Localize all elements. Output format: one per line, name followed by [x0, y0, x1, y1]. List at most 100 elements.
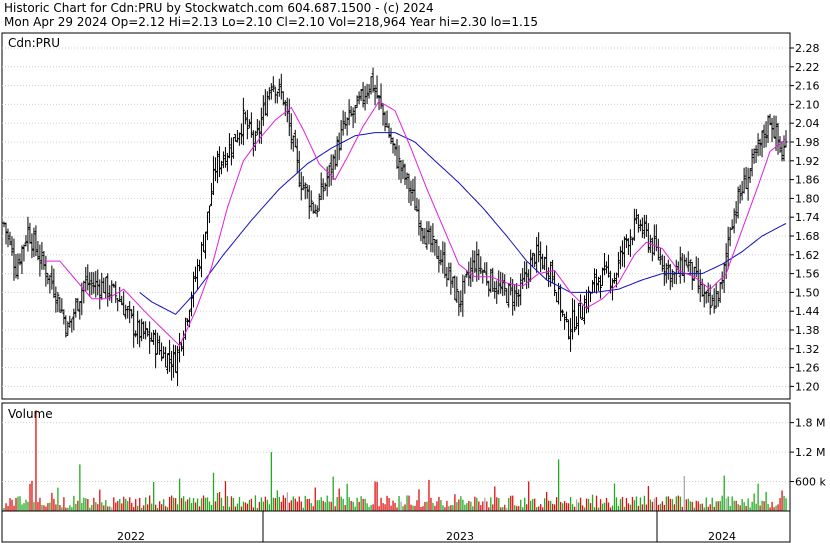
volume-bar: [444, 507, 446, 511]
volume-bar: [85, 498, 87, 511]
volume-bar: [348, 497, 350, 511]
volume-bar: [147, 504, 149, 511]
volume-bar: [21, 504, 23, 511]
volume-bar: [538, 506, 540, 511]
volume-bar: [69, 505, 71, 511]
volume-bar: [649, 499, 652, 511]
volume-bar: [214, 501, 217, 511]
volume-bar: [254, 495, 257, 511]
year-label: 2022: [117, 530, 145, 543]
price-tick-label: 1.26: [795, 362, 820, 375]
volume-bar: [330, 501, 332, 511]
volume-bar: [777, 504, 779, 511]
volume-bar: [384, 504, 386, 511]
volume-bar: [460, 496, 462, 511]
volume-bar: [448, 506, 450, 511]
volume-bar: [190, 503, 193, 511]
volume-bar: [733, 500, 735, 511]
volume-bar: [422, 506, 424, 511]
volume-bar: [133, 507, 135, 511]
volume-bar: [544, 498, 546, 511]
volume-bar: [172, 497, 175, 511]
volume-bar: [418, 489, 420, 511]
volume-bar: [657, 504, 660, 511]
volume-bar: [87, 499, 89, 511]
volume-bar: [304, 495, 306, 511]
volume-bar: [220, 497, 223, 511]
volume-bar: [763, 501, 765, 511]
volume-bar: [260, 497, 263, 511]
volume-bar: [196, 498, 199, 511]
volume-bar: [182, 496, 185, 511]
volume-bar: [101, 502, 103, 511]
volume-bar: [613, 483, 616, 511]
volume-bar: [751, 501, 753, 511]
volume-bar: [77, 500, 79, 511]
volume-bar: [292, 496, 294, 511]
volume-bar: [771, 501, 773, 511]
volume-bar: [723, 475, 725, 511]
volume-bar: [234, 506, 237, 511]
volume-bar: [63, 497, 65, 511]
volume-bar: [272, 497, 275, 511]
volume-bar: [166, 507, 169, 511]
volume-bar: [585, 498, 588, 511]
volume-bar: [504, 504, 506, 511]
volume-bar: [145, 497, 147, 511]
volume-bar: [17, 496, 19, 511]
volume-bar: [775, 505, 777, 511]
volume-bar: [625, 497, 628, 511]
volume-bar: [230, 496, 233, 511]
volume-bar: [326, 495, 328, 511]
volume-bar: [709, 504, 711, 511]
volume-bar: [512, 495, 514, 511]
volume-bar: [530, 500, 532, 511]
volume-bar: [456, 502, 458, 511]
volume-bar: [264, 496, 267, 511]
volume-bar: [601, 503, 604, 511]
volume-bar: [274, 498, 277, 511]
volume-bar: [711, 497, 713, 511]
volume-bar: [705, 497, 707, 511]
volume-bar: [450, 505, 452, 511]
price-tick-label: 1.20: [795, 380, 820, 393]
price-tick-label: 1.50: [795, 286, 820, 299]
volume-bar: [184, 501, 187, 511]
volume-bar: [43, 505, 45, 511]
volume-bar: [553, 504, 556, 511]
volume-bar: [320, 497, 322, 511]
price-panel-label: Cdn:PRU: [8, 36, 60, 50]
volume-bar: [470, 501, 472, 511]
volume-bar: [228, 506, 231, 511]
volume-bar: [573, 506, 576, 511]
volume-bar: [342, 498, 344, 511]
volume-bar: [226, 496, 229, 511]
volume-bar: [773, 507, 775, 511]
volume-bar: [282, 495, 284, 511]
volume-bar: [579, 497, 582, 511]
volume-bar: [739, 505, 741, 511]
volume-bar: [368, 507, 370, 511]
price-axis: 2.28 2.22 2.16 2.10 2.04 1.98 1.92 1.86 1.80 1.74…: [790, 42, 820, 393]
volume-bar: [551, 503, 554, 511]
volume-tick-label: 1.8 M: [795, 417, 825, 430]
price-panel-frame: [1, 32, 791, 400]
volume-bar: [137, 505, 139, 511]
volume-bar: [667, 496, 670, 511]
volume-bar: [605, 497, 608, 511]
volume-bar: [496, 497, 498, 511]
volume-bar: [149, 495, 151, 511]
volume-bar: [480, 505, 482, 511]
price-tick-label: 1.74: [795, 211, 820, 224]
volume-bar: [159, 501, 161, 511]
volume-bar: [679, 496, 681, 511]
volume-panel-label: Volume: [8, 407, 53, 421]
volume-bar: [685, 499, 687, 511]
volume-bar: [629, 504, 632, 511]
volume-bar: [623, 506, 626, 511]
volume-bar: [45, 506, 47, 511]
volume-bar: [627, 503, 630, 511]
price-tick-label: 1.38: [795, 324, 820, 337]
volume-bar: [615, 497, 618, 511]
volume-bar: [95, 502, 97, 511]
